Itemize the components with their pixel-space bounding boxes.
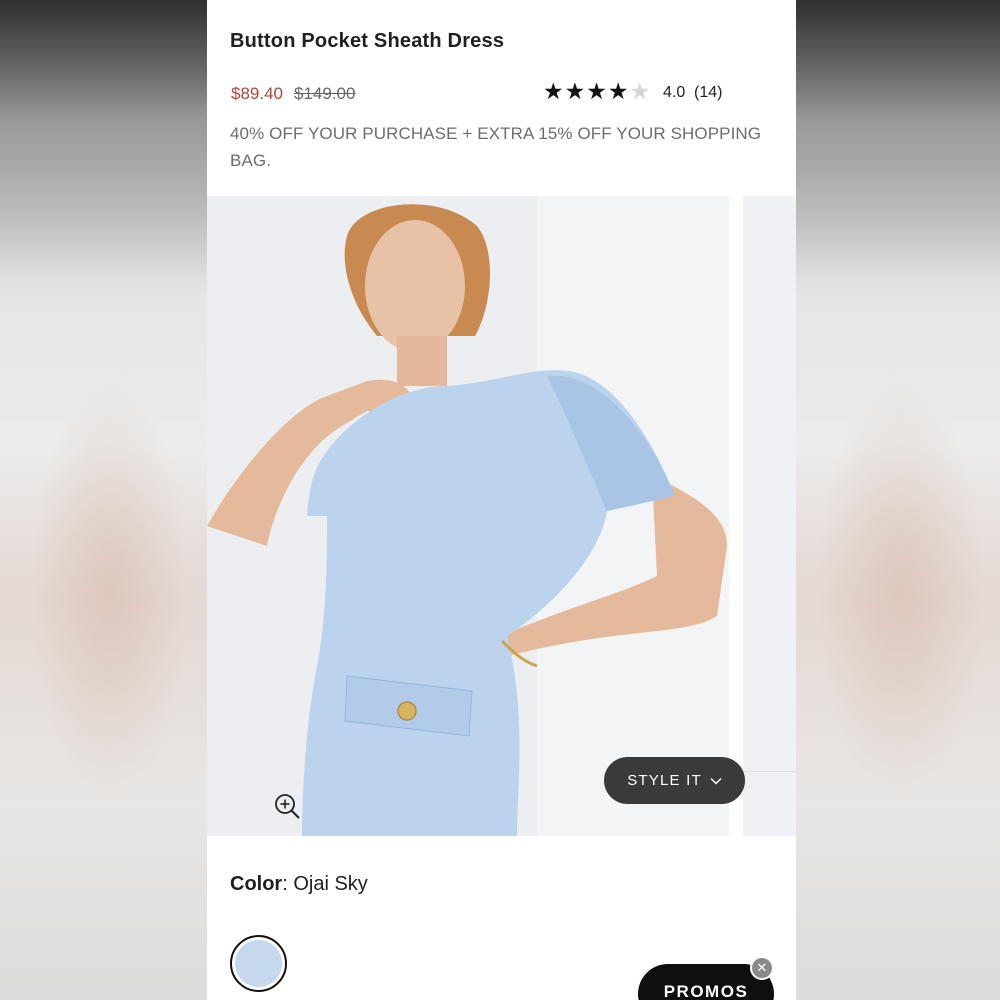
chevron-down-icon [710,777,722,784]
color-value: Ojai Sky [293,873,368,895]
next-product-image[interactable] [743,196,796,836]
close-icon[interactable]: ✕ [750,956,774,980]
image-carousel[interactable]: STYLE IT [207,196,796,836]
swatch-fill [235,940,282,987]
promos-label: PROMOS [663,982,749,1000]
rating-value: 4.0 [663,84,686,101]
star-filled-icon: ★ [586,78,607,104]
style-it-label: STYLE IT [627,772,702,789]
color-swatch-ojai-sky[interactable] [230,935,287,992]
star-filled-icon: ★ [607,78,629,104]
image-divider [743,771,796,772]
style-it-button[interactable]: STYLE IT [604,757,745,804]
background-blur-right [796,0,1000,1000]
sale-price: $89.40 [231,84,283,103]
rating-stars[interactable]: ★ ★ ★ ★ ★ [543,79,650,103]
promo-message: 40% OFF YOUR PURCHASE + EXTRA 15% OFF YO… [230,124,762,170]
background-blur-figure [816,380,986,800]
original-price: $149.00 [294,84,356,103]
product-page: Button Pocket Sheath Dress $89.40 $149.0… [207,0,796,1000]
zoom-in-icon[interactable] [273,792,301,820]
color-label: Color [230,873,283,895]
background-blur-figure [30,380,190,800]
product-title: Button Pocket Sheath Dress [230,30,505,52]
background-blur-left [0,0,207,1000]
color-selection-label: Color: Ojai Sky [230,873,368,895]
model-photo [207,196,729,836]
star-filled-icon: ★ [564,78,586,104]
star-filled-icon: ★ [543,78,564,104]
review-count[interactable]: (14) [694,84,722,102]
product-image[interactable] [207,196,729,836]
star-empty-icon: ★ [629,78,651,104]
